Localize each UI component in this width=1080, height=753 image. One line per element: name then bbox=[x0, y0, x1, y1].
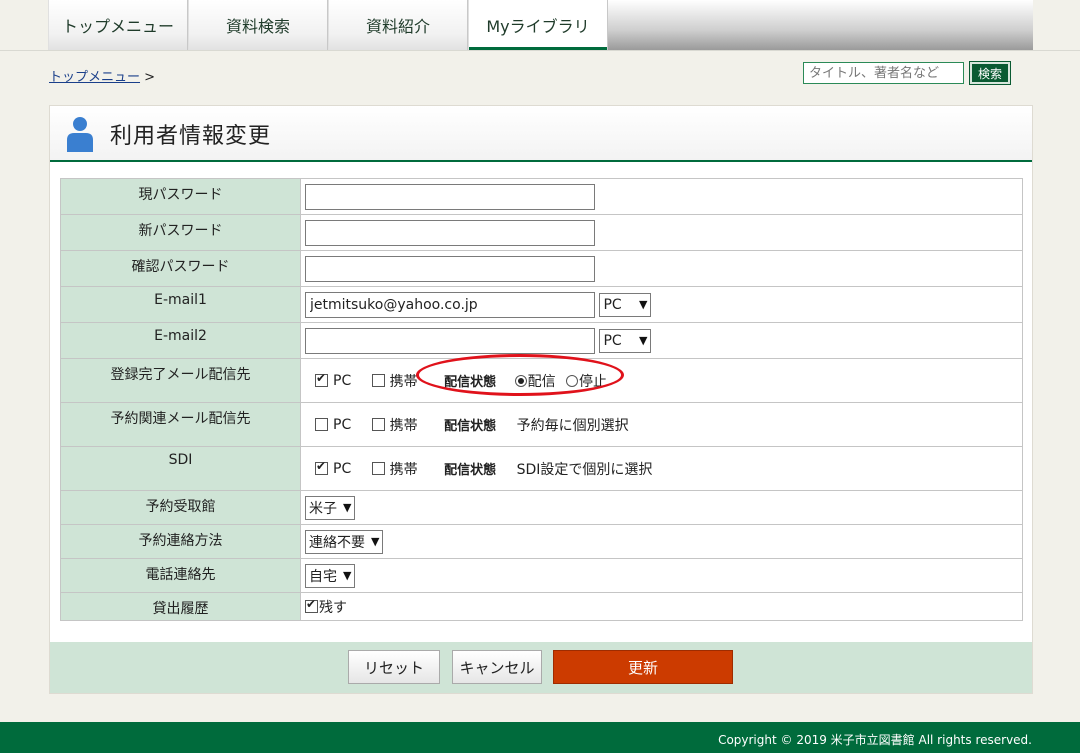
nav-divider bbox=[0, 50, 1080, 51]
row-confirm-password: 確認パスワード bbox=[60, 250, 1023, 287]
row-email1: E-mail1 PC ▼ bbox=[60, 286, 1023, 323]
tab-my-library[interactable]: Myライブラリ bbox=[468, 0, 608, 50]
pickup-library-select[interactable]: 米子 ▼ bbox=[305, 495, 356, 520]
breadcrumb-separator: > bbox=[144, 70, 156, 85]
chevron-down-icon: ▼ bbox=[638, 298, 648, 311]
reserve-mail-mobile-label: 携帯 bbox=[389, 417, 418, 434]
reg-mail-deliver-radio[interactable] bbox=[514, 374, 527, 387]
reg-mail-status-label: 配信状態 bbox=[444, 375, 497, 390]
reserve-mail-pc-checkbox[interactable] bbox=[315, 418, 328, 431]
reg-mail-mobile-label: 携帯 bbox=[389, 373, 418, 390]
select-value: PC bbox=[603, 296, 622, 313]
row-pickup-library: 予約受取館 米子 ▼ bbox=[60, 490, 1023, 525]
sdi-mobile-label: 携帯 bbox=[389, 461, 418, 478]
email1-field[interactable] bbox=[305, 291, 595, 318]
breadcrumb-home-link[interactable]: トップメニュー bbox=[49, 70, 140, 85]
row-registration-mail: 登録完了メール配信先 PC 携帯 配信状態 配信 停止 bbox=[60, 358, 1023, 403]
registration-mail-label: 登録完了メール配信先 bbox=[60, 358, 301, 403]
top-nav: トップメニュー 資料検索 資料紹介 Myライブラリ bbox=[48, 0, 1033, 50]
phone-contact-label: 電話連絡先 bbox=[60, 558, 301, 593]
cancel-button[interactable]: キャンセル bbox=[452, 650, 542, 684]
email1-label: E-mail1 bbox=[60, 286, 301, 323]
sdi-pc-checkbox[interactable] bbox=[315, 459, 328, 475]
reserve-mail-mobile-checkbox[interactable] bbox=[371, 418, 385, 431]
current-password-field[interactable] bbox=[305, 183, 595, 210]
copyright-text: Copyright © 2019 米子市立図書館 All rights rese… bbox=[718, 733, 1032, 747]
contact-method-select[interactable]: 連絡不要 ▼ bbox=[305, 529, 384, 554]
new-password-label: 新パスワード bbox=[60, 214, 301, 251]
loan-history-label: 貸出履歴 bbox=[60, 592, 301, 621]
tab-material-search[interactable]: 資料検索 bbox=[188, 0, 328, 50]
reserve-mail-status-text: 予約毎に個別選択 bbox=[516, 417, 629, 434]
button-bar: リセット キャンセル 更新 bbox=[50, 642, 1032, 693]
reserve-mail-pc-label: PC bbox=[333, 416, 352, 433]
reg-mail-stop-radio[interactable] bbox=[566, 374, 579, 387]
select-value: 連絡不要 bbox=[309, 534, 365, 551]
search-button[interactable]: 検索 bbox=[969, 61, 1011, 85]
row-email2: E-mail2 PC ▼ bbox=[60, 322, 1023, 359]
reservation-mail-label: 予約関連メール配信先 bbox=[60, 402, 301, 447]
reg-mail-stop-label: 停止 bbox=[579, 373, 608, 390]
select-value: PC bbox=[603, 332, 622, 349]
email2-field[interactable] bbox=[305, 327, 595, 354]
breadcrumb: トップメニュー > bbox=[49, 66, 155, 85]
tab-label: 資料紹介 bbox=[365, 17, 430, 36]
footer: Copyright © 2019 米子市立図書館 All rights rese… bbox=[0, 722, 1080, 753]
reserve-mail-status-label: 配信状態 bbox=[444, 419, 497, 434]
reg-mail-pc-checkbox[interactable] bbox=[315, 371, 328, 387]
row-phone-contact: 電話連絡先 自宅 ▼ bbox=[60, 558, 1023, 593]
tab-material-intro[interactable]: 資料紹介 bbox=[328, 0, 468, 50]
new-password-field[interactable] bbox=[305, 219, 595, 246]
panel-header: 利用者情報変更 bbox=[50, 106, 1032, 162]
tab-top-menu[interactable]: トップメニュー bbox=[48, 0, 188, 50]
email2-label: E-mail2 bbox=[60, 322, 301, 359]
update-button[interactable]: 更新 bbox=[553, 650, 733, 684]
chevron-down-icon: ▼ bbox=[343, 501, 352, 514]
main-panel: 利用者情報変更 現パスワード 新パスワード 確認パスワード E-mail1 PC… bbox=[49, 105, 1033, 694]
row-current-password: 現パスワード bbox=[60, 178, 1023, 215]
reg-mail-pc-label: PC bbox=[333, 372, 352, 389]
reg-mail-deliver-label: 配信 bbox=[527, 373, 556, 390]
user-icon bbox=[67, 117, 93, 152]
reg-mail-mobile-checkbox[interactable] bbox=[371, 374, 385, 387]
tab-label: トップメニュー bbox=[61, 17, 174, 36]
loan-history-checkbox[interactable] bbox=[305, 597, 318, 613]
tab-label: 資料検索 bbox=[225, 17, 290, 36]
contact-method-label: 予約連絡方法 bbox=[60, 524, 301, 559]
sdi-status-label: 配信状態 bbox=[444, 463, 497, 478]
confirm-password-field[interactable] bbox=[305, 255, 595, 282]
pickup-library-label: 予約受取館 bbox=[60, 490, 301, 525]
sdi-mobile-checkbox[interactable] bbox=[371, 462, 385, 475]
phone-contact-select[interactable]: 自宅 ▼ bbox=[305, 563, 356, 588]
reset-button[interactable]: リセット bbox=[348, 650, 440, 684]
select-value: 米子 bbox=[309, 500, 337, 517]
row-contact-method: 予約連絡方法 連絡不要 ▼ bbox=[60, 524, 1023, 559]
row-loan-history: 貸出履歴 残す bbox=[60, 592, 1023, 621]
confirm-password-label: 確認パスワード bbox=[60, 250, 301, 287]
chevron-down-icon: ▼ bbox=[371, 535, 380, 548]
row-reservation-mail: 予約関連メール配信先 PC 携帯 配信状態 予約毎に個別選択 bbox=[60, 402, 1023, 447]
sdi-status-text: SDI設定で個別に選択 bbox=[516, 461, 653, 478]
sdi-label: SDI bbox=[60, 446, 301, 491]
chevron-down-icon: ▼ bbox=[343, 569, 352, 582]
current-password-label: 現パスワード bbox=[60, 178, 301, 215]
user-info-form: 現パスワード 新パスワード 確認パスワード E-mail1 PC ▼ E-mail… bbox=[60, 178, 1023, 621]
row-sdi: SDI PC 携帯 配信状態 SDI設定で個別に選択 bbox=[60, 446, 1023, 491]
select-value: 自宅 bbox=[309, 568, 337, 585]
page-title: 利用者情報変更 bbox=[110, 124, 272, 149]
chevron-down-icon: ▼ bbox=[638, 334, 648, 347]
row-new-password: 新パスワード bbox=[60, 214, 1023, 251]
loan-history-option: 残す bbox=[319, 599, 347, 616]
tab-label: Myライブラリ bbox=[486, 17, 590, 36]
sdi-pc-label: PC bbox=[333, 460, 352, 477]
email1-type-select[interactable]: PC ▼ bbox=[599, 292, 652, 317]
search-input[interactable] bbox=[803, 62, 964, 84]
email2-type-select[interactable]: PC ▼ bbox=[599, 328, 652, 353]
